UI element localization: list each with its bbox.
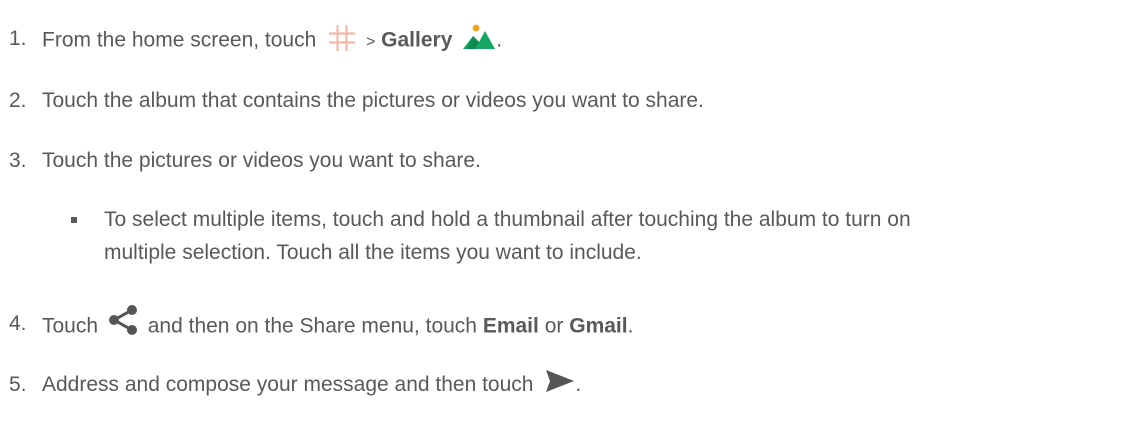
email-label: Email — [482, 314, 539, 338]
step-text: From the home screen, touch > Gallery . — [42, 24, 503, 56]
period: . — [575, 373, 582, 396]
step-number: 5. — [9, 373, 27, 396]
step-text: Touch the pictures or videos you want to… — [42, 149, 481, 172]
step-number: 1. — [9, 27, 27, 50]
step-text-part: Address and compose your message and the… — [42, 373, 534, 396]
step-text: Address and compose your message and the… — [42, 369, 582, 398]
step-number: 2. — [9, 89, 27, 112]
separator: > — [365, 33, 376, 51]
period: . — [627, 314, 634, 338]
gallery-icon — [462, 21, 496, 51]
step-text-part: and then on the Share menu, touch — [147, 314, 477, 338]
sub-bullet-line-2: multiple selection. Touch all the items … — [104, 241, 642, 264]
share-icon — [108, 304, 138, 336]
gallery-label: Gallery — [381, 28, 453, 52]
apps-grid-icon — [328, 24, 356, 52]
period: . — [496, 28, 503, 52]
step-text-part: From the home screen, touch — [42, 28, 317, 52]
step-number: 4. — [9, 312, 27, 335]
gmail-label: Gmail — [569, 314, 628, 338]
step-text: Touch the album that contains the pictur… — [42, 89, 704, 112]
sub-bullet-line-1: To select multiple items, touch and hold… — [104, 208, 911, 231]
step-text-part: or — [544, 314, 564, 338]
step-text-part: Touch — [42, 314, 99, 338]
step-number: 3. — [9, 149, 27, 172]
bullet-marker — [71, 217, 77, 223]
step-text: Touch and then on the Share menu, touch … — [42, 305, 634, 343]
send-icon — [545, 369, 575, 393]
